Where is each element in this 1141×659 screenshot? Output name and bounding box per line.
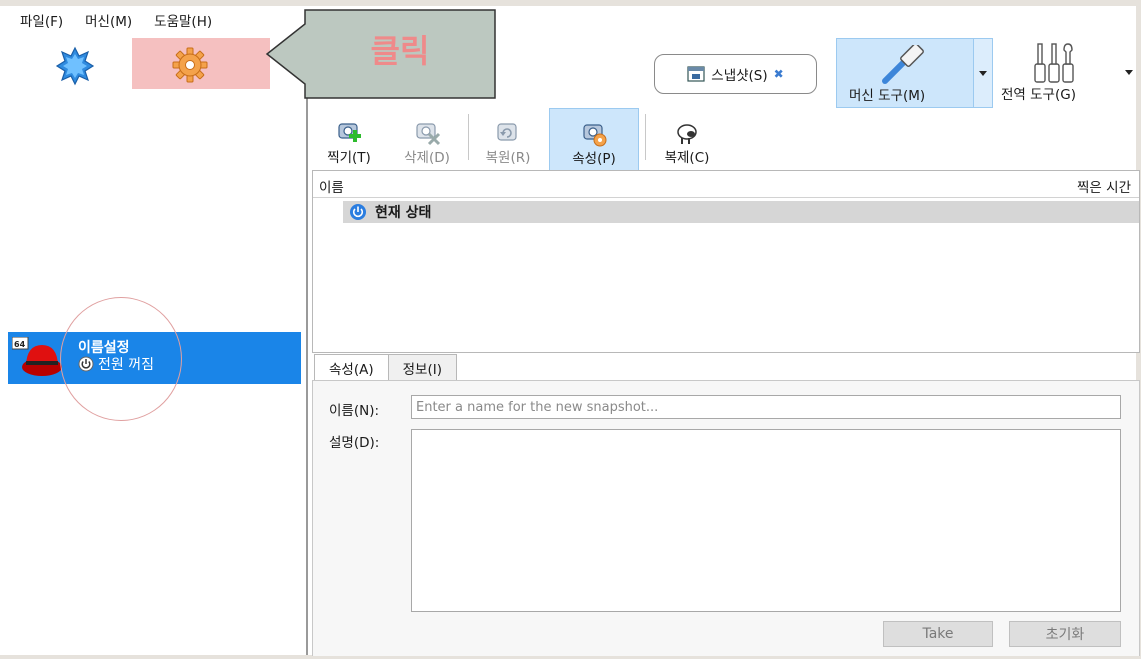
chevron-down-icon[interactable] — [1125, 70, 1133, 75]
tab-attributes[interactable]: 속성(A) — [314, 354, 389, 381]
snapshot-name-input[interactable] — [411, 395, 1121, 419]
menu-bar: 파일(F) 머신(M) 도움말(H) — [0, 6, 234, 34]
global-tools-label: 전역 도구(G) — [1001, 87, 1076, 103]
snapshot-toolbar: 찍기(T) 삭제(D) 복원(R) 속성(P) 복제(C) — [312, 108, 728, 172]
menu-help[interactable]: 도움말(H) — [154, 10, 212, 30]
snapshot-icon — [687, 66, 705, 82]
clone-button[interactable]: 복제(C) — [646, 108, 728, 170]
vm-os-icon: 64 — [12, 337, 62, 376]
tree-header: 이름 찍은 시간 — [313, 171, 1139, 198]
take-snapshot-icon — [338, 123, 361, 142]
current-state-label: 현재 상태 — [375, 205, 432, 221]
restore-snapshot-icon — [497, 123, 517, 141]
snapshot-description-input[interactable] — [411, 429, 1121, 612]
properties-icon — [583, 124, 607, 147]
gear-icon — [172, 47, 208, 83]
description-label: 설명(D): — [329, 435, 380, 451]
click-callout-label: 클릭 — [370, 32, 430, 70]
delete-snapshot-icon — [416, 123, 441, 146]
main-toolbar — [0, 38, 306, 89]
machine-tools-label: 머신 도구(M) — [849, 88, 926, 104]
new-vm-button[interactable] — [55, 46, 95, 86]
restore-snapshot-button[interactable]: 복원(R) — [469, 108, 547, 170]
snapshot-button[interactable]: 스냅샷(S) ✖ — [654, 54, 817, 94]
snapshot-button-label: 스냅샷(S) — [711, 68, 768, 84]
name-label: 이름(N): — [329, 403, 380, 419]
column-time-header[interactable]: 찍은 시간 — [1077, 176, 1131, 196]
take-button[interactable]: Take — [883, 621, 993, 647]
snapshot-details-panel: 이름(N): 설명(D): Take 초기화 — [312, 380, 1140, 656]
column-name-header[interactable]: 이름 — [319, 176, 344, 196]
reset-button[interactable]: 초기화 — [1009, 621, 1121, 647]
machine-tools-dropdown[interactable] — [973, 38, 993, 108]
take-snapshot-button[interactable]: 찍기(T) — [312, 108, 386, 170]
clone-sheep-icon — [677, 124, 697, 144]
settings-button[interactable] — [132, 38, 270, 89]
tree-row-current-state[interactable]: 현재 상태 — [343, 201, 1139, 223]
menu-file[interactable]: 파일(F) — [20, 10, 63, 30]
highlight-circle-annotation — [60, 297, 182, 421]
global-tools-button[interactable]: 전역 도구(G) — [993, 38, 1133, 106]
restore-snapshot-label: 복원(R) — [485, 150, 531, 166]
menu-machine[interactable]: 머신(M) — [85, 10, 132, 30]
global-tools-icon — [1034, 43, 1074, 83]
chevron-down-icon — [979, 71, 987, 76]
details-tabs: 속성(A) 정보(I) — [314, 354, 457, 381]
snapshot-properties-button[interactable]: 속성(P) — [549, 108, 639, 172]
snapshot-properties-label: 속성(P) — [572, 151, 616, 167]
power-icon — [350, 204, 366, 220]
tab-information[interactable]: 정보(I) — [387, 354, 457, 380]
vm-badge: 64 — [14, 340, 26, 349]
take-snapshot-label: 찍기(T) — [327, 150, 371, 166]
machine-tools-button[interactable]: 머신 도구(M) — [836, 38, 974, 108]
hammer-icon — [882, 45, 924, 84]
delete-snapshot-label: 삭제(D) — [404, 150, 450, 166]
new-star-icon — [55, 46, 95, 86]
delete-snapshot-button[interactable]: 삭제(D) — [386, 108, 468, 170]
close-tool-icon[interactable]: ✖ — [774, 67, 784, 81]
clone-label: 복제(C) — [664, 150, 710, 166]
snapshot-tree: 이름 찍은 시간 현재 상태 — [312, 170, 1140, 353]
